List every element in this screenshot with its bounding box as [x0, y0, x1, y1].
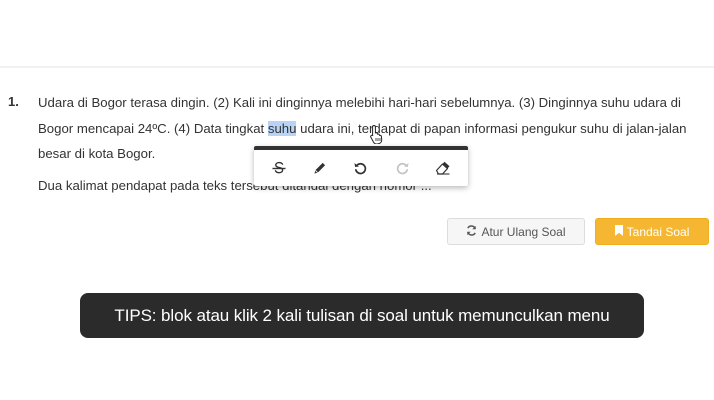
header-divider — [0, 66, 714, 68]
hand-pointer-icon — [369, 124, 385, 149]
bookmark-icon — [614, 224, 623, 239]
redo-icon — [395, 161, 410, 176]
eraser-button[interactable] — [426, 151, 460, 185]
reset-question-label: Atur Ulang Soal — [481, 224, 566, 239]
strikethrough-icon — [271, 160, 287, 176]
strikethrough-button[interactable] — [262, 151, 296, 185]
pencil-button[interactable] — [303, 151, 337, 185]
selected-text[interactable]: suhu — [267, 120, 297, 136]
refresh-icon — [466, 224, 477, 239]
tips-text: TIPS: blok atau klik 2 kali tulisan di s… — [114, 305, 610, 325]
tips-banner: TIPS: blok atau klik 2 kali tulisan di s… — [80, 293, 644, 338]
undo-icon — [353, 161, 368, 176]
reset-question-button[interactable]: Atur Ulang Soal — [447, 218, 585, 245]
mark-question-label: Tandai Soal — [626, 224, 690, 239]
redo-button[interactable] — [385, 151, 419, 185]
edit-toolbar — [254, 146, 468, 186]
eraser-icon — [435, 161, 451, 175]
question-number: 1. — [8, 94, 19, 109]
mark-question-button[interactable]: Tandai Soal — [595, 218, 709, 245]
undo-button[interactable] — [344, 151, 378, 185]
pencil-icon — [313, 161, 327, 175]
